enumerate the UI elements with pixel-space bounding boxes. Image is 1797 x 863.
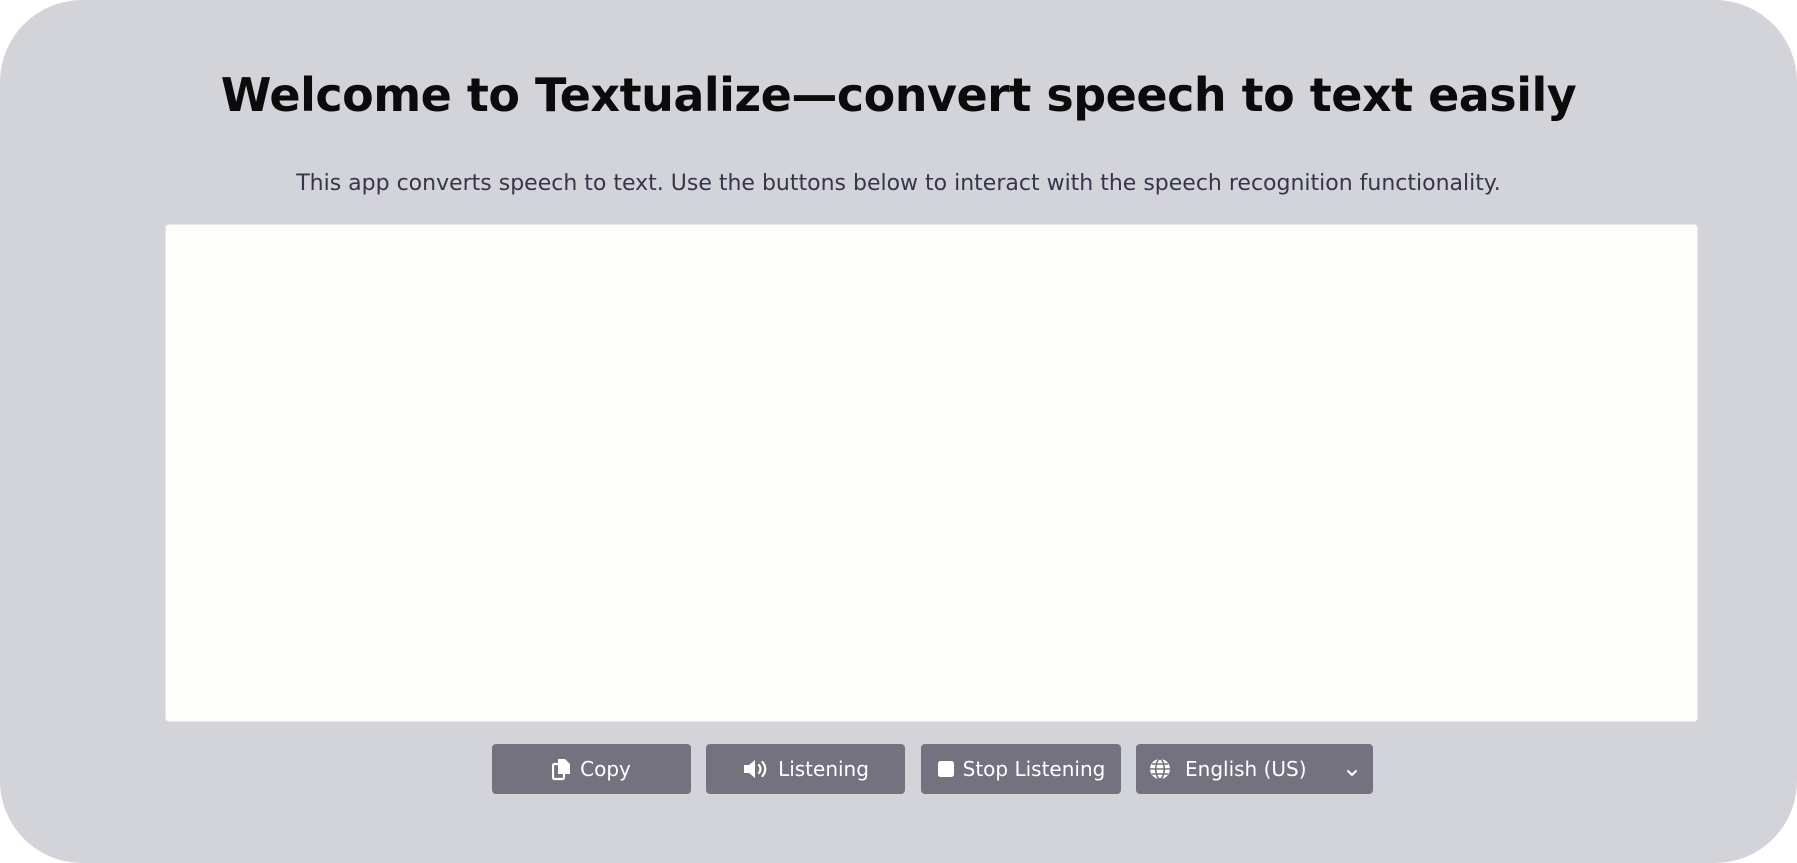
- listening-button-label: Listening: [778, 757, 869, 781]
- copy-button[interactable]: Copy: [492, 744, 691, 794]
- stop-icon: [937, 760, 955, 778]
- listening-button[interactable]: Listening: [706, 744, 905, 794]
- language-selected-value: English (US): [1185, 757, 1307, 781]
- copy-button-label: Copy: [580, 757, 631, 781]
- stop-listening-button-label: Stop Listening: [962, 757, 1106, 781]
- transcript-textarea[interactable]: [165, 224, 1698, 722]
- globe-icon: [1148, 757, 1172, 786]
- page-description: This app converts speech to text. Use th…: [296, 171, 1501, 196]
- page-title: Welcome to Textualize—convert speech to …: [220, 68, 1577, 122]
- copy-icon: [552, 757, 572, 781]
- app-frame: Welcome to Textualize—convert speech to …: [0, 0, 1797, 863]
- stop-listening-button[interactable]: Stop Listening: [921, 744, 1121, 794]
- language-select[interactable]: English (US): [1136, 744, 1373, 794]
- speaker-icon: [742, 758, 770, 780]
- chevron-down-icon: [1345, 761, 1359, 785]
